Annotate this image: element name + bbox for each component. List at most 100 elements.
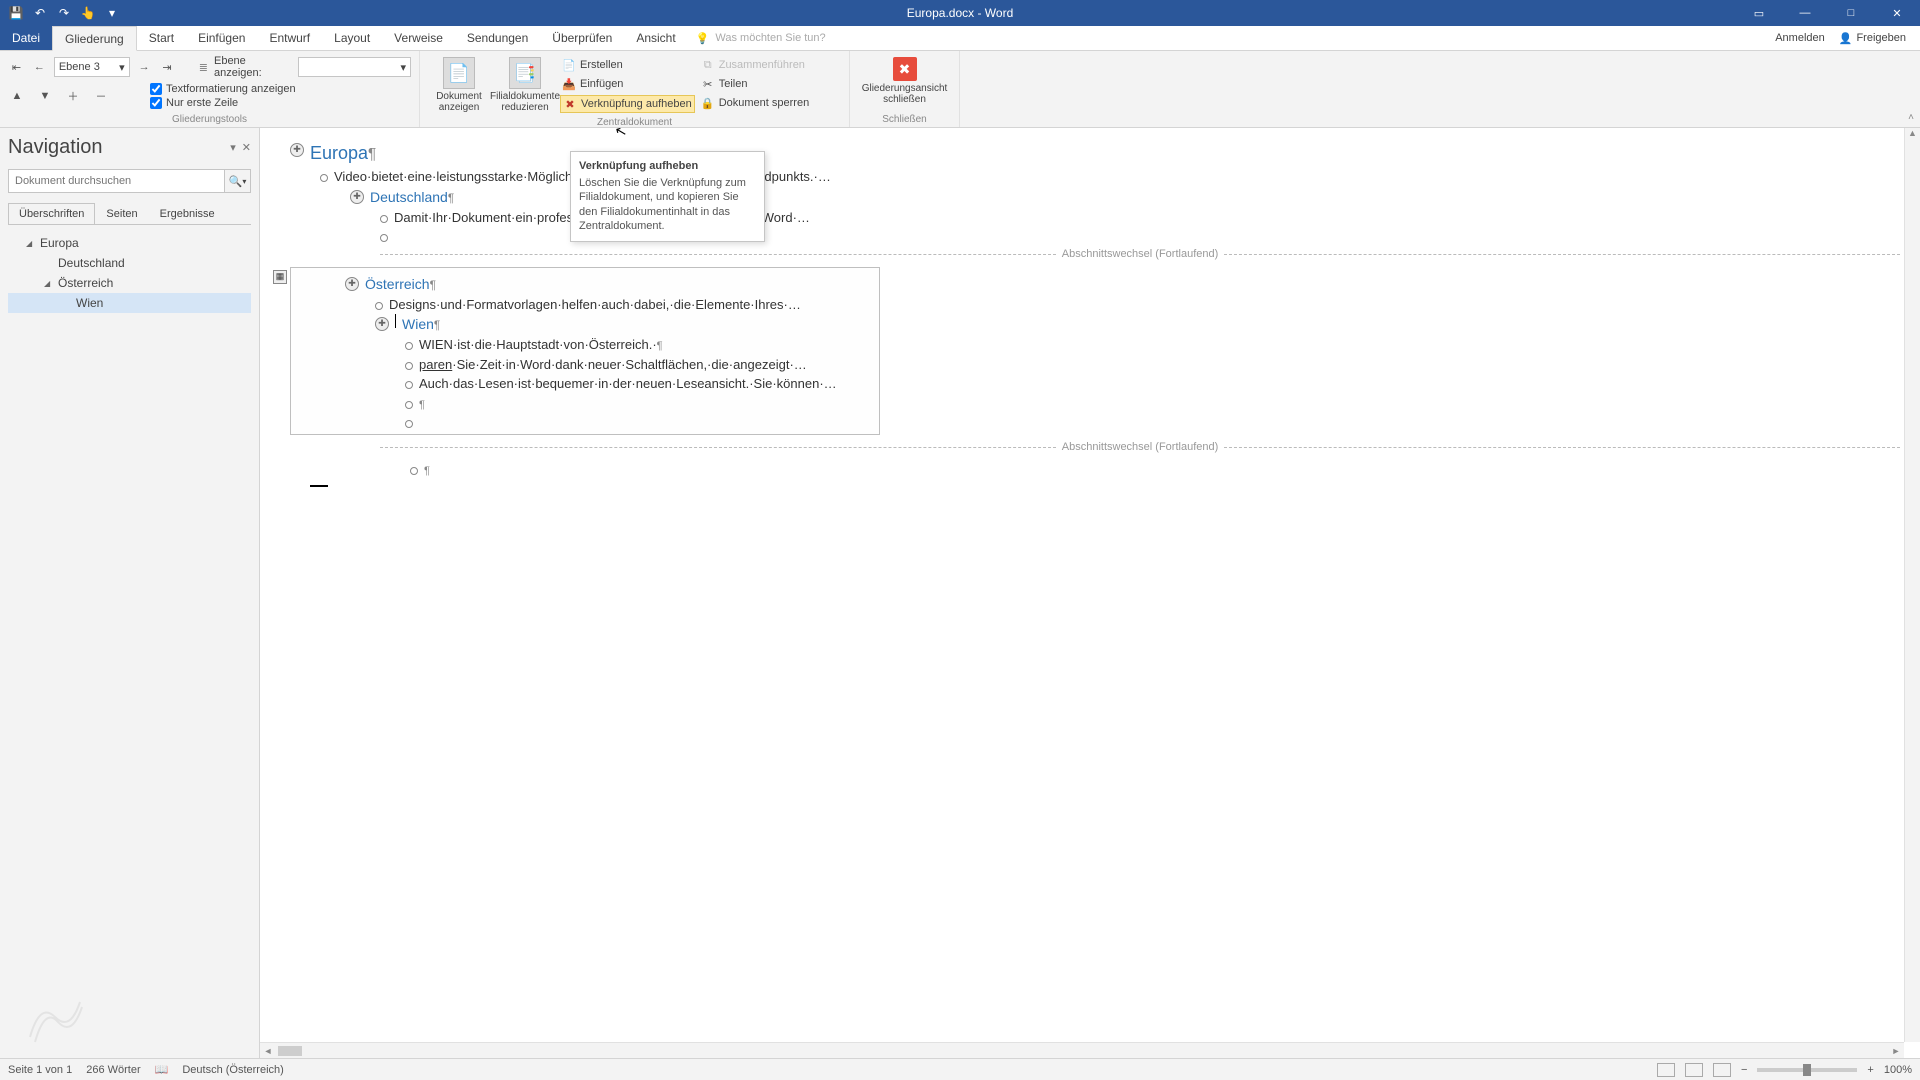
heading-deutschland[interactable]: Deutschland — [370, 187, 454, 208]
tab-layout[interactable]: Layout — [322, 26, 382, 50]
zoom-slider[interactable] — [1757, 1068, 1857, 1072]
tab-review[interactable]: Überprüfen — [540, 26, 624, 50]
tree-item-europa[interactable]: ◢Europa — [8, 233, 251, 253]
outline-level-select[interactable]: Ebene 3 ▾ — [54, 57, 130, 77]
tab-file[interactable]: Datei — [0, 26, 52, 50]
outline-body-bullet[interactable] — [410, 467, 418, 475]
vertical-scrollbar[interactable]: ▲ — [1904, 128, 1920, 1042]
demote-button[interactable]: → — [136, 58, 153, 76]
move-up-button[interactable]: ▲ — [8, 87, 26, 105]
ribbon-options-button[interactable]: ▭ — [1736, 0, 1782, 26]
outline-handle[interactable]: ✚ — [345, 277, 359, 291]
tab-insert[interactable]: Einfügen — [186, 26, 257, 50]
outline-handle[interactable]: ✚ — [350, 190, 364, 204]
promote-to-h1-button[interactable]: ⇤ — [8, 58, 25, 76]
close-outline-view-button[interactable]: ✖ Gliederungsansicht schließen — [858, 55, 951, 107]
redo-icon[interactable]: ↷ — [56, 5, 72, 21]
nav-search[interactable]: 🔍▾ — [8, 169, 251, 193]
tab-mailings[interactable]: Sendungen — [455, 26, 540, 50]
minimize-button[interactable]: — — [1782, 0, 1828, 26]
lock-subdoc-button[interactable]: 🔒Dokument sperren — [699, 95, 812, 111]
tab-references[interactable]: Verweise — [382, 26, 455, 50]
tab-draw[interactable]: Entwurf — [257, 26, 322, 50]
tree-item-oesterreich[interactable]: ◢Österreich — [8, 273, 251, 293]
insert-subdoc-button[interactable]: 📥Einfügen — [560, 76, 695, 92]
search-button[interactable]: 🔍▾ — [224, 170, 250, 192]
expand-button[interactable]: ＋ — [64, 87, 82, 105]
collapse-subdocs-button[interactable]: 📑 Filialdokumente reduzieren — [494, 55, 556, 115]
undo-icon[interactable]: ↶ — [32, 5, 48, 21]
outline-body-bullet[interactable] — [405, 342, 413, 350]
document-area[interactable]: ✚Europa Video·bietet·eine·leistungsstark… — [260, 128, 1920, 1058]
spellcheck-icon[interactable]: 📖 — [155, 1063, 169, 1076]
demote-to-body-button[interactable]: ⇥ — [159, 58, 176, 76]
view-print-button[interactable] — [1685, 1063, 1703, 1077]
create-subdoc-button[interactable]: 📄Erstellen — [560, 57, 695, 73]
share-button[interactable]: 👤 Freigeben — [1839, 32, 1906, 45]
body-text[interactable]: Designs·und·Formatvorlagen·helfen·auch·d… — [389, 295, 801, 315]
touch-mode-icon[interactable]: 👆 — [80, 5, 96, 21]
move-down-button[interactable]: ▼ — [36, 87, 54, 105]
horizontal-scrollbar[interactable]: ◄ ► — [260, 1042, 1904, 1058]
nav-tab-results[interactable]: Ergebnisse — [149, 203, 226, 225]
promote-button[interactable]: ← — [31, 58, 48, 76]
maximize-button[interactable]: □ — [1828, 0, 1874, 26]
outline-handle[interactable]: ✚ — [375, 317, 389, 331]
status-page[interactable]: Seite 1 von 1 — [8, 1064, 72, 1076]
heading-wien[interactable]: Wien — [402, 314, 440, 335]
nav-search-input[interactable] — [9, 170, 224, 192]
heading-oesterreich[interactable]: Österreich — [365, 274, 436, 295]
scroll-right-icon[interactable]: ► — [1888, 1046, 1904, 1056]
body-text-empty[interactable] — [424, 460, 430, 480]
collapse-ribbon-button[interactable]: ˄ — [1908, 112, 1914, 123]
zoom-out-button[interactable]: − — [1741, 1064, 1747, 1076]
status-language[interactable]: Deutsch (Österreich) — [182, 1064, 283, 1076]
body-text-empty[interactable] — [419, 394, 425, 414]
heading-europa[interactable]: Europa — [310, 140, 376, 167]
show-document-button[interactable]: 📄 Dokument anzeigen — [428, 55, 490, 115]
view-read-button[interactable] — [1657, 1063, 1675, 1077]
qat-dropdown-icon[interactable]: ▾ — [104, 5, 120, 21]
subdoc-handle-icon[interactable]: ▦ — [273, 270, 287, 284]
save-icon[interactable]: 💾 — [8, 5, 24, 21]
tell-me-search[interactable]: 💡 Was möchten Sie tun? — [696, 26, 826, 50]
outline-body-bullet[interactable] — [380, 234, 388, 242]
outline-body-bullet[interactable] — [405, 362, 413, 370]
zoom-value[interactable]: 100% — [1884, 1064, 1912, 1076]
subdocument-box[interactable]: ▦ ✚Österreich Designs·und·Formatvorlagen… — [290, 267, 880, 436]
outline-handle[interactable]: ✚ — [290, 143, 304, 157]
nav-tab-pages[interactable]: Seiten — [95, 203, 148, 225]
show-level-select[interactable]: ▾ — [298, 57, 411, 77]
tree-collapse-icon[interactable]: ◢ — [26, 239, 36, 248]
outline-body-bullet[interactable] — [405, 381, 413, 389]
tree-item-deutschland[interactable]: Deutschland — [8, 253, 251, 273]
nav-tab-headings[interactable]: Überschriften — [8, 203, 95, 225]
tab-view[interactable]: Ansicht — [624, 26, 687, 50]
scroll-left-icon[interactable]: ◄ — [260, 1046, 276, 1056]
outline-body-bullet[interactable] — [405, 420, 413, 428]
first-line-only-check[interactable]: Nur erste Zeile — [150, 97, 296, 109]
split-subdoc-button[interactable]: ✂Teilen — [699, 76, 812, 92]
outline-document[interactable]: ✚Europa Video·bietet·eine·leistungsstark… — [260, 128, 1920, 499]
scroll-thumb[interactable] — [278, 1046, 302, 1056]
outline-body-bullet[interactable] — [405, 401, 413, 409]
tab-home[interactable]: Start — [137, 26, 186, 50]
body-text[interactable]: paren·Sie·Zeit·in·Word·dank·neuer·Schalt… — [419, 355, 807, 375]
outline-body-bullet[interactable] — [380, 215, 388, 223]
zoom-in-button[interactable]: + — [1867, 1064, 1873, 1076]
nav-close-icon[interactable]: ✕ — [242, 141, 251, 154]
status-words[interactable]: 266 Wörter — [86, 1064, 140, 1076]
tree-item-wien[interactable]: Wien — [8, 293, 251, 313]
outline-body-bullet[interactable] — [320, 174, 328, 182]
unlink-subdoc-button[interactable]: ✖Verknüpfung aufheben — [560, 95, 695, 113]
scroll-up-icon[interactable]: ▲ — [1905, 128, 1920, 144]
view-web-button[interactable] — [1713, 1063, 1731, 1077]
outline-body-bullet[interactable] — [375, 302, 383, 310]
tree-collapse-icon[interactable]: ◢ — [44, 279, 54, 288]
collapse-button[interactable]: － — [92, 87, 110, 105]
show-formatting-check[interactable]: Textformatierung anzeigen — [150, 83, 296, 95]
body-text[interactable]: WIEN·ist·die·Hauptstadt·von·Österreich.· — [419, 335, 663, 355]
tab-outlining[interactable]: Gliederung — [52, 26, 137, 51]
signin-link[interactable]: Anmelden — [1775, 32, 1825, 44]
nav-dropdown-icon[interactable]: ▾ — [230, 141, 236, 154]
